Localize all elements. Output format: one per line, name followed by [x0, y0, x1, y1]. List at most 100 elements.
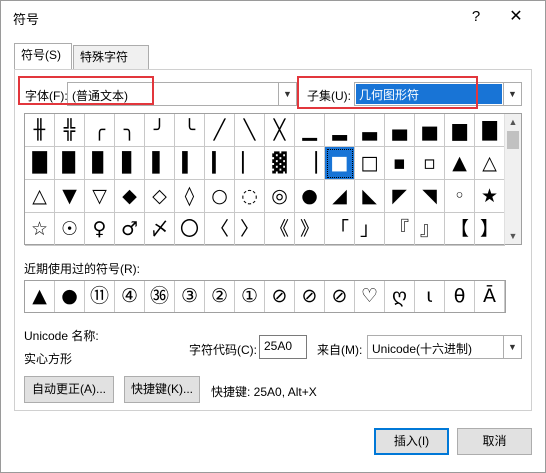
symbol-cell[interactable]: △: [25, 180, 55, 213]
cancel-button[interactable]: 取消: [457, 428, 532, 455]
symbol-cell[interactable]: △: [475, 147, 505, 180]
symbol-cell[interactable]: 》: [295, 213, 325, 246]
symbol-cell[interactable]: █: [25, 147, 55, 180]
symbol-cell[interactable]: ▪: [385, 147, 415, 180]
symbol-cell[interactable]: ◥: [415, 180, 445, 213]
char-code-label: 字符代码(C):: [189, 343, 257, 357]
symbol-cell[interactable]: ▓: [265, 147, 295, 180]
symbol-cell[interactable]: ▉: [55, 147, 85, 180]
symbol-cell[interactable]: ▏: [235, 147, 265, 180]
recent-symbol-cell[interactable]: ●: [55, 281, 85, 312]
symbol-cell[interactable]: ╯: [145, 114, 175, 147]
symbol-cell[interactable]: ▲: [445, 147, 475, 180]
symbol-cell[interactable]: ▂: [325, 114, 355, 147]
symbol-cell[interactable]: ╳: [265, 114, 295, 147]
symbol-cell[interactable]: ▇: [475, 114, 505, 147]
tab-special-characters[interactable]: 特殊字符(P): [73, 45, 149, 86]
symbol-cell[interactable]: □: [355, 147, 385, 180]
symbol-cell[interactable]: 《: [265, 213, 295, 246]
chevron-down-icon[interactable]: ▼: [503, 336, 521, 358]
symbol-cell[interactable]: ▎: [205, 147, 235, 180]
scroll-thumb[interactable]: [507, 131, 519, 149]
symbol-cell[interactable]: ◣: [355, 180, 385, 213]
symbol-cell[interactable]: 』: [415, 213, 445, 246]
recent-symbol-cell[interactable]: ι: [415, 281, 445, 312]
symbol-cell[interactable]: ╱: [205, 114, 235, 147]
symbol-cell[interactable]: ◆: [115, 180, 145, 213]
symbol-cell[interactable]: ▆: [445, 114, 475, 147]
symbol-cell[interactable]: ╲: [235, 114, 265, 147]
symbol-cell[interactable]: ╫: [25, 114, 55, 147]
chevron-down-icon[interactable]: ▼: [278, 83, 296, 105]
symbol-cell[interactable]: ♂: [115, 213, 145, 246]
subset-highlight-box: [297, 76, 478, 109]
symbol-cell[interactable]: ╬: [55, 114, 85, 147]
symbol-cell[interactable]: 〇: [175, 213, 205, 246]
grid-scrollbar[interactable]: ▲ ▼: [504, 114, 521, 244]
symbol-cell[interactable]: ▽: [85, 180, 115, 213]
symbol-cell[interactable]: ▊: [85, 147, 115, 180]
symbol-cell[interactable]: ╮: [115, 114, 145, 147]
recent-symbol-cell[interactable]: ▲: [25, 281, 55, 312]
symbol-cell[interactable]: 「: [325, 213, 355, 246]
unicode-name-label: Unicode 名称:: [24, 329, 99, 343]
chevron-down-icon[interactable]: ▼: [503, 83, 521, 105]
autocorrect-button[interactable]: 自动更正(A)...: [24, 376, 114, 403]
symbol-cell[interactable]: ▌: [145, 147, 175, 180]
symbol-cell[interactable]: ☆: [25, 213, 55, 246]
recent-symbol-cell[interactable]: ⊘: [325, 281, 355, 312]
symbol-cell[interactable]: ╰: [175, 114, 205, 147]
shortcut-key-button[interactable]: 快捷键(K)...: [124, 376, 200, 403]
recent-symbol-cell[interactable]: ⑪: [85, 281, 115, 312]
symbol-cell[interactable]: 【: [445, 213, 475, 246]
recent-symbol-cell[interactable]: ღ: [385, 281, 415, 312]
symbol-cell[interactable]: ◌: [235, 180, 265, 213]
symbol-cell[interactable]: ◢: [325, 180, 355, 213]
symbol-cell[interactable]: 」: [355, 213, 385, 246]
symbol-cell[interactable]: 〉: [235, 213, 265, 246]
scroll-down-icon[interactable]: ▼: [505, 228, 521, 244]
symbol-cell[interactable]: ●: [295, 180, 325, 213]
recent-symbol-cell[interactable]: ③: [175, 281, 205, 312]
symbol-cell[interactable]: ▼: [55, 180, 85, 213]
symbol-cell[interactable]: ▕: [295, 147, 325, 180]
symbol-cell[interactable]: ◇: [145, 180, 175, 213]
recent-symbol-cell[interactable]: ㊱: [145, 281, 175, 312]
insert-button[interactable]: 插入(I): [374, 428, 449, 455]
scroll-up-icon[interactable]: ▲: [505, 114, 521, 130]
symbol-cell[interactable]: ■: [325, 147, 355, 180]
symbol-cell[interactable]: ▋: [115, 147, 145, 180]
symbol-cell[interactable]: ◦: [445, 180, 475, 213]
char-code-input[interactable]: 25A0: [259, 335, 307, 359]
tab-symbols[interactable]: 符号(S): [14, 43, 72, 70]
recent-symbol-cell[interactable]: ②: [205, 281, 235, 312]
recent-symbol-cell[interactable]: ⊘: [265, 281, 295, 312]
symbol-cell[interactable]: ◤: [385, 180, 415, 213]
recent-symbol-cell[interactable]: θ: [445, 281, 475, 312]
symbol-cell[interactable]: ☉: [55, 213, 85, 246]
symbol-cell[interactable]: 】: [475, 213, 505, 246]
symbol-cell[interactable]: ♀: [85, 213, 115, 246]
recent-symbol-cell[interactable]: ⊘: [295, 281, 325, 312]
symbol-cell[interactable]: ○: [205, 180, 235, 213]
help-button[interactable]: ?: [461, 5, 491, 29]
from-select[interactable]: Unicode(十六进制) ▼: [367, 335, 522, 359]
symbol-cell[interactable]: ▁: [295, 114, 325, 147]
recent-symbol-cell[interactable]: ①: [235, 281, 265, 312]
symbol-cell[interactable]: ▃: [355, 114, 385, 147]
symbol-cell[interactable]: ★: [475, 180, 505, 213]
recent-symbol-cell[interactable]: Ā: [475, 281, 505, 312]
symbol-cell[interactable]: ◎: [265, 180, 295, 213]
symbol-cell[interactable]: 『: [385, 213, 415, 246]
symbol-cell[interactable]: ◊: [175, 180, 205, 213]
symbol-cell[interactable]: ▅: [415, 114, 445, 147]
symbol-cell[interactable]: ▍: [175, 147, 205, 180]
symbol-cell[interactable]: ▫: [415, 147, 445, 180]
symbol-cell[interactable]: 〆: [145, 213, 175, 246]
close-button[interactable]: ✕: [501, 5, 531, 29]
symbol-cell[interactable]: ╭: [85, 114, 115, 147]
symbol-cell[interactable]: ▄: [385, 114, 415, 147]
symbol-cell[interactable]: 〈: [205, 213, 235, 246]
recent-symbol-cell[interactable]: ④: [115, 281, 145, 312]
recent-symbol-cell[interactable]: ♡: [355, 281, 385, 312]
